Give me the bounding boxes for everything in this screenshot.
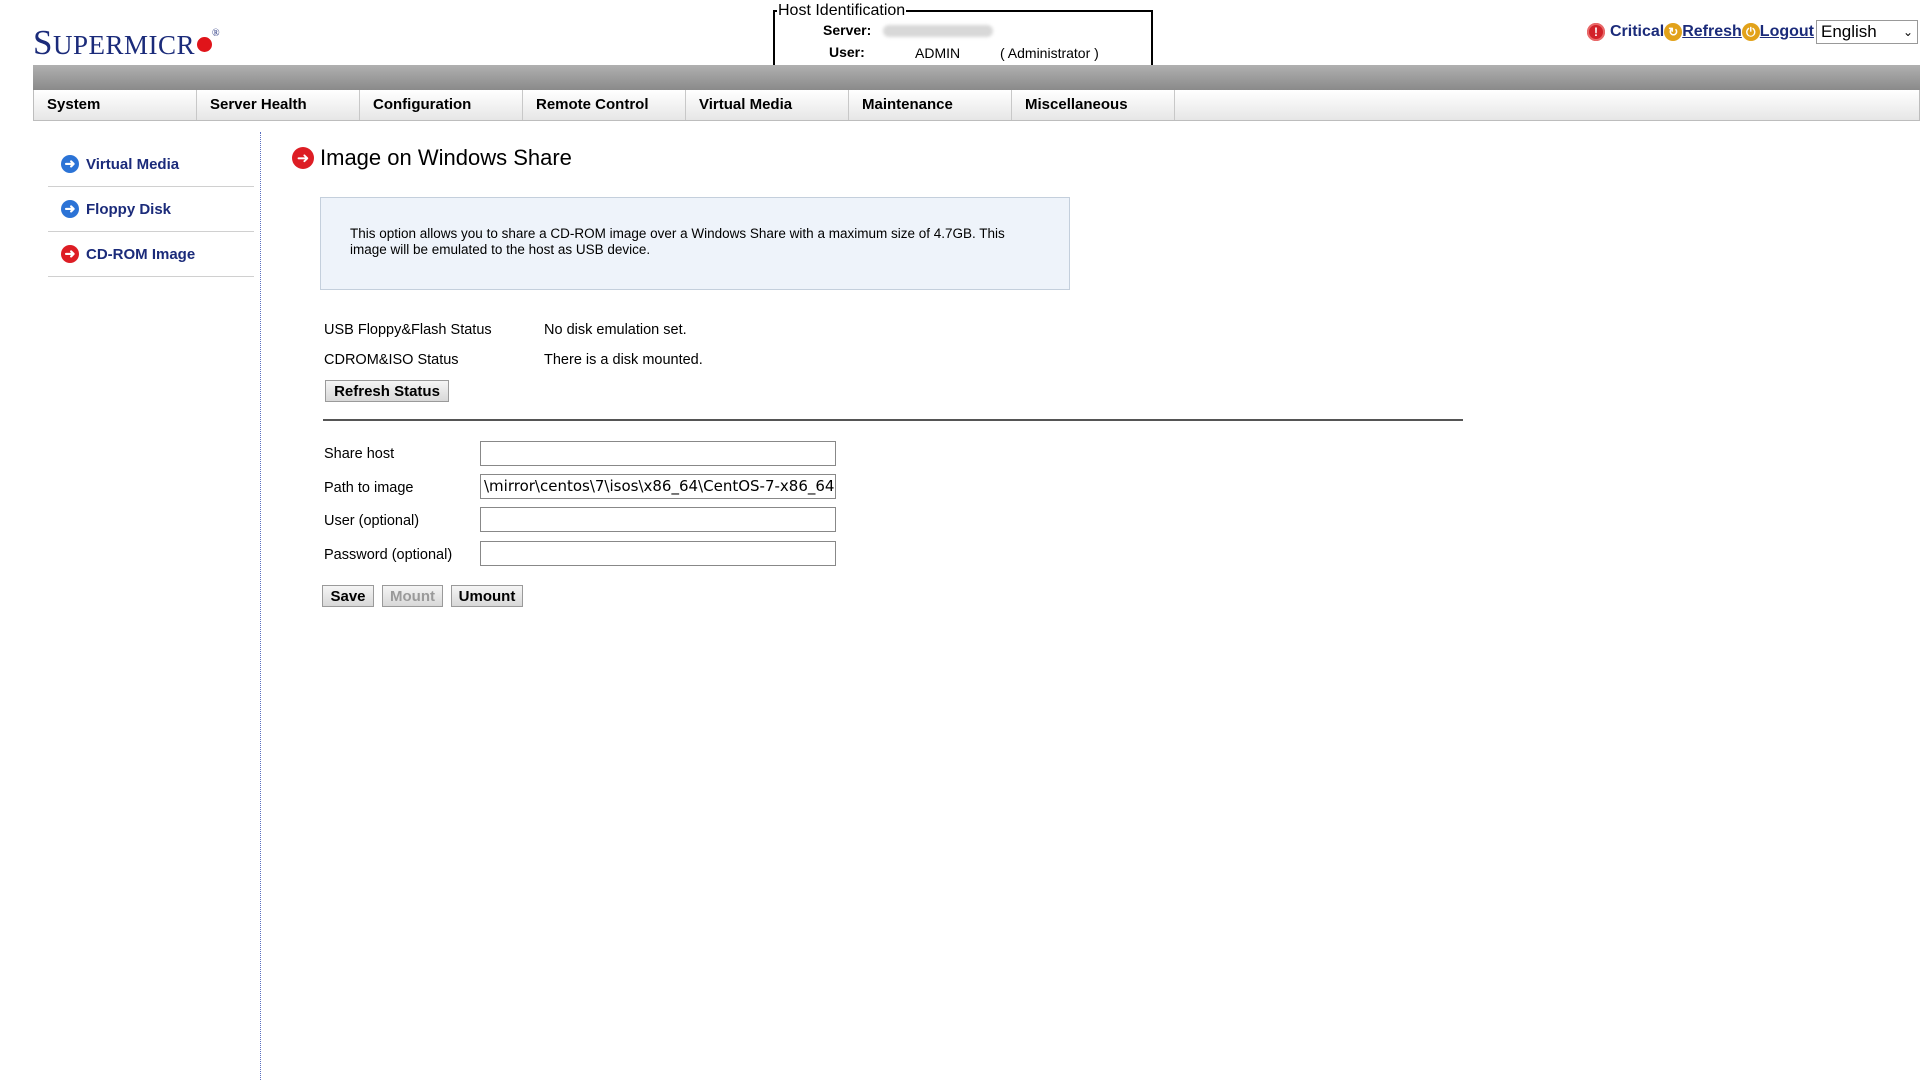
usb-status-label: USB Floppy&Flash Status	[324, 322, 492, 338]
chevron-down-icon: ⌄	[1902, 25, 1913, 39]
save-button[interactable]: Save	[322, 585, 374, 607]
menu-virtual-media[interactable]: Virtual Media	[686, 90, 849, 120]
page-title: ➜ Image on Windows Share	[292, 145, 572, 171]
server-label: Server:	[823, 22, 872, 38]
logo-reg-mark: ®	[212, 28, 221, 39]
arrow-right-red-icon: ➜	[292, 147, 314, 169]
menu-remote-control[interactable]: Remote Control	[523, 90, 686, 120]
host-identification-box: Host Identification Server: User: ADMIN …	[773, 2, 1153, 68]
cdrom-status-label: CDROM&ISO Status	[324, 352, 459, 368]
sidebar-divider	[260, 132, 261, 1080]
info-text: This option allows you to share a CD-ROM…	[350, 226, 1005, 257]
language-select[interactable]: English ⌄	[1816, 20, 1918, 44]
logo-initial: S	[33, 23, 53, 62]
info-box: This option allows you to share a CD-ROM…	[320, 197, 1070, 290]
arrow-right-red-icon: ➜	[61, 245, 79, 263]
user-optional-input[interactable]	[480, 507, 836, 532]
path-to-image-label: Path to image	[324, 480, 414, 496]
usb-status-value: No disk emulation set.	[544, 322, 687, 338]
menu-server-health[interactable]: Server Health	[197, 90, 360, 120]
password-optional-input[interactable]	[480, 541, 836, 566]
user-value: ADMIN	[915, 45, 961, 61]
arrow-right-blue-icon: ➜	[61, 155, 79, 173]
logo-dot-icon	[197, 37, 213, 52]
umount-button[interactable]: Umount	[451, 585, 523, 607]
refresh-status-button[interactable]: Refresh Status	[325, 380, 449, 402]
critical-icon[interactable]: !	[1586, 23, 1605, 41]
user-optional-label: User (optional)	[324, 513, 420, 529]
logout-link[interactable]: Logout	[1760, 23, 1814, 41]
supermicro-logo: SUPERMICR ®	[33, 14, 220, 65]
menu-system[interactable]: System	[34, 90, 197, 120]
sidebar-item-label: Virtual Media	[86, 155, 180, 173]
critical-link[interactable]: Critical	[1610, 23, 1664, 41]
sidebar-item-cd-rom-image[interactable]: ➜ CD-ROM Image	[48, 232, 254, 277]
cdrom-status-value: There is a disk mounted.	[544, 352, 703, 368]
page-title-text: Image on Windows Share	[320, 145, 572, 170]
menu-maintenance[interactable]: Maintenance	[849, 90, 1012, 120]
menu-configuration[interactable]: Configuration	[360, 90, 523, 120]
share-host-label: Share host	[324, 446, 395, 462]
user-label: User:	[829, 44, 865, 60]
server-value-redacted	[883, 24, 993, 42]
sidebar-item-label: CD-ROM Image	[86, 245, 196, 263]
host-identification-legend: Host Identification	[777, 2, 907, 20]
sidebar-item-virtual-media[interactable]: ➜ Virtual Media	[48, 142, 254, 187]
password-optional-label: Password (optional)	[324, 547, 453, 563]
path-to-image-input[interactable]: \mirror\centos\7\isos\x86_64\CentOS-7-x8…	[480, 474, 836, 499]
arrow-right-blue-icon: ➜	[61, 200, 79, 218]
section-divider	[323, 419, 1463, 421]
user-role: ( Administrator )	[1000, 45, 1099, 61]
sidebar-item-label: Floppy Disk	[86, 200, 172, 218]
logo-text: UPERMICR	[52, 30, 196, 60]
refresh-link[interactable]: Refresh	[1682, 23, 1742, 41]
sidebar-item-floppy-disk[interactable]: ➜ Floppy Disk	[48, 187, 254, 232]
logout-icon[interactable]: ⏻	[1741, 23, 1760, 41]
main-menu: System Server Health Configuration Remot…	[33, 90, 1920, 121]
header-gray-bar	[33, 65, 1920, 90]
top-actions: ! Critical ↻ Refresh ⏻ Logout English ⌄	[1586, 20, 1918, 44]
language-value: English	[1821, 22, 1877, 41]
share-host-input[interactable]	[480, 441, 836, 466]
refresh-icon[interactable]: ↻	[1664, 23, 1683, 41]
menu-miscellaneous[interactable]: Miscellaneous	[1012, 90, 1175, 120]
mount-button[interactable]: Mount	[382, 585, 443, 607]
sidebar: ➜ Virtual Media ➜ Floppy Disk ➜ CD-ROM I…	[48, 142, 254, 277]
